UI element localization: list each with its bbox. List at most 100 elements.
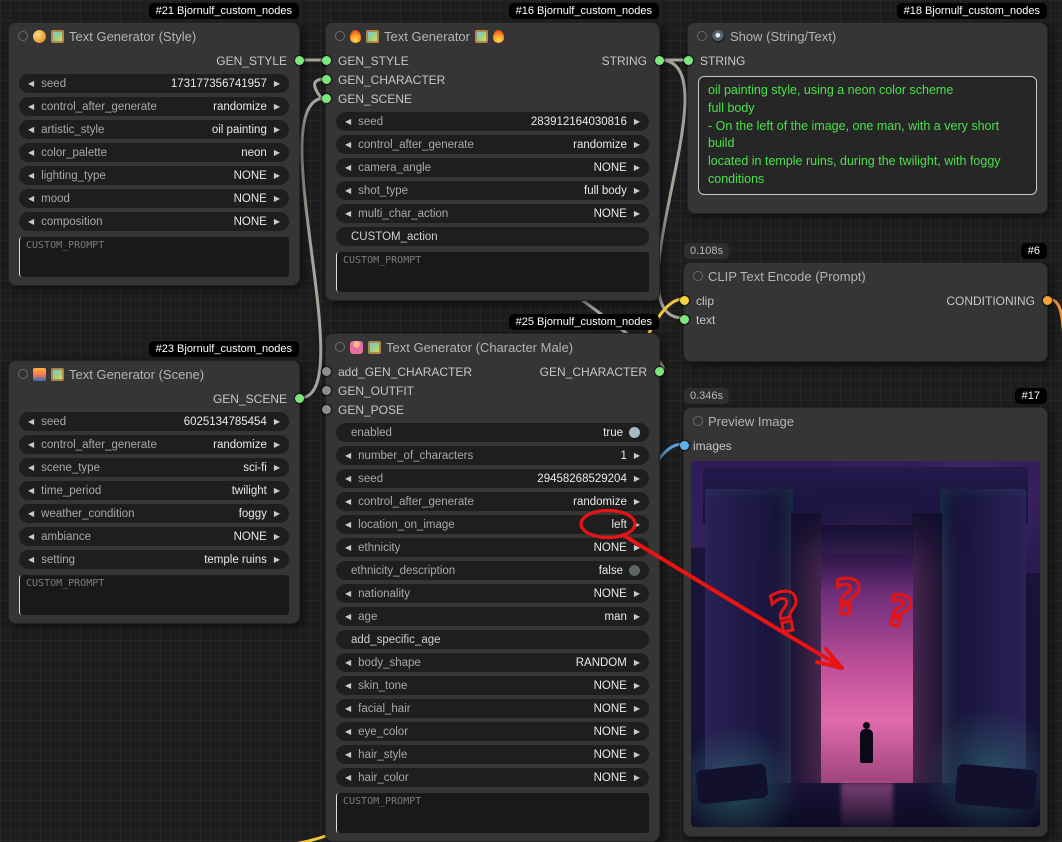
node-header[interactable]: CLIP Text Encode (Prompt)	[684, 263, 1047, 289]
node-text-generator-style[interactable]: #21 Bjornulf_custom_nodes Text Generator…	[8, 22, 300, 286]
node-header[interactable]: Text Generator (Character Male)	[326, 334, 659, 360]
output-port-conditioning[interactable]	[1043, 296, 1052, 305]
increment-arrow-icon[interactable]: ▶	[634, 118, 640, 126]
widget-seed[interactable]: ◀ seed 6025134785454 ▶	[19, 412, 289, 431]
decrement-arrow-icon[interactable]: ◀	[345, 521, 351, 529]
increment-arrow-icon[interactable]: ▶	[634, 498, 640, 506]
collapse-toggle-icon[interactable]	[697, 31, 707, 41]
decrement-arrow-icon[interactable]: ◀	[345, 659, 351, 667]
widget-control_after_generate[interactable]: ◀ control_after_generate randomize ▶	[336, 135, 649, 154]
input-port-text[interactable]	[680, 315, 689, 324]
custom-prompt-textarea[interactable]: CUSTOM_PROMPT	[336, 252, 649, 292]
output-port-gen-style[interactable]	[295, 56, 304, 65]
toggle-indicator[interactable]	[629, 565, 640, 576]
input-port-string[interactable]	[684, 56, 693, 65]
increment-arrow-icon[interactable]: ▶	[634, 774, 640, 782]
decrement-arrow-icon[interactable]: ◀	[28, 126, 34, 134]
widget-lighting_type[interactable]: ◀ lighting_type NONE ▶	[19, 166, 289, 185]
increment-arrow-icon[interactable]: ▶	[634, 590, 640, 598]
increment-arrow-icon[interactable]: ▶	[274, 126, 280, 134]
collapse-toggle-icon[interactable]	[335, 31, 345, 41]
output-port-gen-character[interactable]	[655, 367, 664, 376]
widget-eye_color[interactable]: ◀ eye_color NONE ▶	[336, 722, 649, 741]
show-text-output[interactable]: oil painting style, using a neon color s…	[698, 76, 1037, 195]
widget-shot_type[interactable]: ◀ shot_type full body ▶	[336, 181, 649, 200]
decrement-arrow-icon[interactable]: ◀	[28, 149, 34, 157]
node-header[interactable]: Text Generator (Scene)	[9, 361, 299, 387]
preview-image[interactable]	[691, 461, 1040, 827]
increment-arrow-icon[interactable]: ▶	[274, 556, 280, 564]
widget-body_shape[interactable]: ◀ body_shape RANDOM ▶	[336, 653, 649, 672]
widget-ethnicity[interactable]: ◀ ethnicity NONE ▶	[336, 538, 649, 557]
increment-arrow-icon[interactable]: ▶	[274, 195, 280, 203]
widget-time_period[interactable]: ◀ time_period twilight ▶	[19, 481, 289, 500]
collapse-toggle-icon[interactable]	[335, 342, 345, 352]
input-port-gen-outfit[interactable]	[322, 386, 331, 395]
widget-composition[interactable]: ◀ composition NONE ▶	[19, 212, 289, 231]
decrement-arrow-icon[interactable]: ◀	[28, 80, 34, 88]
widget-color_palette[interactable]: ◀ color_palette neon ▶	[19, 143, 289, 162]
increment-arrow-icon[interactable]: ▶	[274, 418, 280, 426]
widget-scene_type[interactable]: ◀ scene_type sci-fi ▶	[19, 458, 289, 477]
node-text-generator-character-male[interactable]: #25 Bjornulf_custom_nodes Text Generator…	[325, 333, 660, 842]
decrement-arrow-icon[interactable]: ◀	[28, 556, 34, 564]
widget-weather_condition[interactable]: ◀ weather_condition foggy ▶	[19, 504, 289, 523]
node-preview-image[interactable]: 0.346s #17 Preview Image images	[683, 407, 1048, 837]
widget-ethnicity_description[interactable]: ◀ ethnicity_description false ▶	[336, 561, 649, 580]
input-port-gen-pose[interactable]	[322, 405, 331, 414]
output-port-string[interactable]	[655, 56, 664, 65]
widget-hair_color[interactable]: ◀ hair_color NONE ▶	[336, 768, 649, 787]
decrement-arrow-icon[interactable]: ◀	[28, 510, 34, 518]
decrement-arrow-icon[interactable]: ◀	[345, 544, 351, 552]
decrement-arrow-icon[interactable]: ◀	[345, 613, 351, 621]
node-text-generator-scene[interactable]: #23 Bjornulf_custom_nodes Text Generator…	[8, 360, 300, 624]
decrement-arrow-icon[interactable]: ◀	[28, 487, 34, 495]
decrement-arrow-icon[interactable]: ◀	[28, 464, 34, 472]
widget-control_after_generate[interactable]: ◀ control_after_generate randomize ▶	[19, 435, 289, 454]
widget-seed[interactable]: ◀ seed 173177356741957 ▶	[19, 74, 289, 93]
increment-arrow-icon[interactable]: ▶	[274, 218, 280, 226]
increment-arrow-icon[interactable]: ▶	[634, 613, 640, 621]
decrement-arrow-icon[interactable]: ◀	[345, 452, 351, 460]
decrement-arrow-icon[interactable]: ◀	[345, 164, 351, 172]
decrement-arrow-icon[interactable]: ◀	[28, 441, 34, 449]
decrement-arrow-icon[interactable]: ◀	[28, 103, 34, 111]
decrement-arrow-icon[interactable]: ◀	[28, 533, 34, 541]
collapse-toggle-icon[interactable]	[18, 31, 28, 41]
increment-arrow-icon[interactable]: ▶	[634, 475, 640, 483]
decrement-arrow-icon[interactable]: ◀	[345, 187, 351, 195]
widget-skin_tone[interactable]: ◀ skin_tone NONE ▶	[336, 676, 649, 695]
decrement-arrow-icon[interactable]: ◀	[28, 218, 34, 226]
widget-facial_hair[interactable]: ◀ facial_hair NONE ▶	[336, 699, 649, 718]
node-clip-text-encode[interactable]: 0.108s #6 CLIP Text Encode (Prompt) clip…	[683, 262, 1048, 362]
widget-seed[interactable]: ◀ seed 283912164030816 ▶	[336, 112, 649, 131]
increment-arrow-icon[interactable]: ▶	[274, 441, 280, 449]
increment-arrow-icon[interactable]: ▶	[634, 659, 640, 667]
increment-arrow-icon[interactable]: ▶	[634, 521, 640, 529]
decrement-arrow-icon[interactable]: ◀	[345, 118, 351, 126]
widget-add_specific_age[interactable]: ◀ add_specific_age ▶	[336, 630, 649, 649]
widget-camera_angle[interactable]: ◀ camera_angle NONE ▶	[336, 158, 649, 177]
increment-arrow-icon[interactable]: ▶	[274, 487, 280, 495]
increment-arrow-icon[interactable]: ▶	[634, 751, 640, 759]
increment-arrow-icon[interactable]: ▶	[274, 80, 280, 88]
node-text-generator[interactable]: #16 Bjornulf_custom_nodes Text Generator…	[325, 22, 660, 301]
collapse-toggle-icon[interactable]	[693, 271, 703, 281]
increment-arrow-icon[interactable]: ▶	[634, 164, 640, 172]
widget-setting[interactable]: ◀ setting temple ruins ▶	[19, 550, 289, 569]
input-port-clip[interactable]	[680, 296, 689, 305]
collapse-toggle-icon[interactable]	[18, 369, 28, 379]
custom-prompt-textarea[interactable]: CUSTOM_PROMPT	[19, 575, 289, 615]
input-port-gen-character[interactable]	[322, 75, 331, 84]
custom-prompt-textarea[interactable]: CUSTOM_PROMPT	[336, 793, 649, 833]
decrement-arrow-icon[interactable]: ◀	[345, 141, 351, 149]
widget-multi_char_action[interactable]: ◀ multi_char_action NONE ▶	[336, 204, 649, 223]
increment-arrow-icon[interactable]: ▶	[274, 464, 280, 472]
widget-artistic_style[interactable]: ◀ artistic_style oil painting ▶	[19, 120, 289, 139]
node-graph-canvas[interactable]: #21 Bjornulf_custom_nodes Text Generator…	[0, 0, 1062, 842]
widget-control_after_generate[interactable]: ◀ control_after_generate randomize ▶	[19, 97, 289, 116]
increment-arrow-icon[interactable]: ▶	[634, 682, 640, 690]
widget-mood[interactable]: ◀ mood NONE ▶	[19, 189, 289, 208]
decrement-arrow-icon[interactable]: ◀	[345, 210, 351, 218]
decrement-arrow-icon[interactable]: ◀	[345, 774, 351, 782]
